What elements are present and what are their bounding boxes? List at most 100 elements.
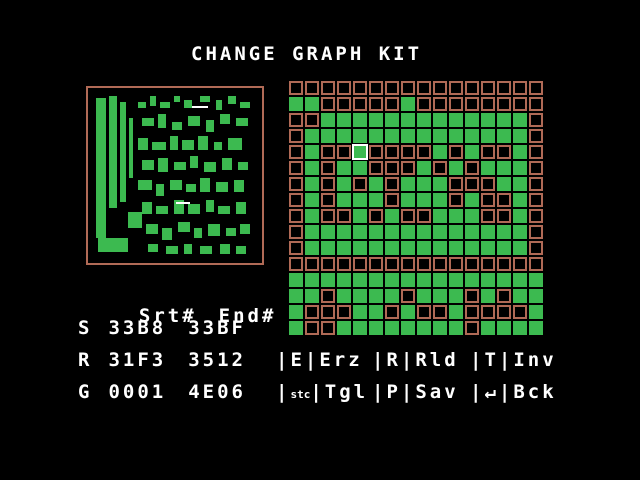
grid-cell[interactable] — [289, 273, 303, 287]
grid-cell[interactable] — [513, 241, 527, 255]
grid-cell[interactable] — [385, 241, 399, 255]
grid-cell[interactable] — [417, 321, 431, 335]
grid-cell[interactable] — [401, 161, 415, 175]
grid-cell[interactable] — [465, 193, 479, 207]
grid-cell[interactable] — [417, 289, 431, 303]
grid-cell[interactable] — [481, 177, 495, 191]
grid-cell[interactable] — [481, 305, 495, 319]
grid-cell[interactable] — [465, 177, 479, 191]
grid-cell[interactable] — [353, 209, 367, 223]
grid-cell[interactable] — [305, 305, 319, 319]
grid-cell[interactable] — [305, 289, 319, 303]
grid-cell[interactable] — [353, 177, 367, 191]
grid-cell[interactable] — [449, 305, 463, 319]
grid-cell[interactable] — [529, 273, 543, 287]
grid-cell[interactable] — [353, 305, 367, 319]
grid-cell[interactable] — [433, 257, 447, 271]
grid-cell[interactable] — [321, 145, 335, 159]
grid-cell[interactable] — [337, 129, 351, 143]
grid-cell[interactable] — [449, 273, 463, 287]
grid-cell[interactable] — [465, 145, 479, 159]
grid-cell[interactable] — [417, 161, 431, 175]
grid-cell[interactable] — [385, 145, 399, 159]
grid-cell[interactable] — [385, 257, 399, 271]
grid-cell[interactable] — [481, 241, 495, 255]
grid-cell[interactable] — [465, 97, 479, 111]
grid-cell[interactable] — [289, 145, 303, 159]
grid-cell[interactable] — [481, 113, 495, 127]
grid-cell[interactable] — [481, 145, 495, 159]
grid-cell[interactable] — [321, 129, 335, 143]
grid-cell[interactable] — [353, 97, 367, 111]
start-address[interactable]: 33B8 — [108, 317, 166, 339]
grid-cell[interactable] — [513, 305, 527, 319]
grid-cell[interactable] — [529, 177, 543, 191]
grid-cell[interactable] — [321, 321, 335, 335]
grid-cell[interactable] — [417, 113, 431, 127]
grid-cell[interactable] — [401, 97, 415, 111]
grid-cell[interactable] — [449, 241, 463, 255]
grid-cell[interactable] — [337, 321, 351, 335]
grid-cell[interactable] — [449, 257, 463, 271]
grid-cell[interactable] — [321, 209, 335, 223]
grid-cell[interactable] — [305, 321, 319, 335]
grid-cell[interactable] — [513, 289, 527, 303]
grid-cell[interactable] — [417, 129, 431, 143]
grid-cell[interactable] — [529, 161, 543, 175]
grid-cell[interactable] — [465, 161, 479, 175]
grid-cell[interactable] — [321, 289, 335, 303]
grid-cell[interactable] — [289, 129, 303, 143]
end-address[interactable]: 33BF — [188, 317, 246, 339]
grid-cell[interactable] — [529, 209, 543, 223]
grid-cell[interactable] — [417, 225, 431, 239]
grid-cell[interactable] — [385, 321, 399, 335]
command-inv[interactable]: |T|Inv — [470, 350, 557, 370]
grid-cell[interactable] — [369, 161, 383, 175]
grid-cell[interactable] — [369, 129, 383, 143]
grid-cell[interactable] — [337, 97, 351, 111]
grid-cell[interactable] — [369, 113, 383, 127]
grid-cell[interactable] — [401, 145, 415, 159]
grid-cell[interactable] — [433, 273, 447, 287]
grid-cell[interactable] — [449, 225, 463, 239]
grid-cell[interactable] — [337, 193, 351, 207]
grid-cell[interactable] — [289, 161, 303, 175]
grid-cell[interactable] — [385, 97, 399, 111]
grid-cell[interactable] — [401, 225, 415, 239]
grid-cell[interactable] — [481, 225, 495, 239]
grid-cell[interactable] — [481, 209, 495, 223]
grid-cell[interactable] — [305, 97, 319, 111]
grid-cell[interactable] — [289, 81, 303, 95]
grid-cell[interactable] — [305, 81, 319, 95]
grid-cell[interactable] — [385, 193, 399, 207]
grid-cell[interactable] — [353, 193, 367, 207]
grid-cell[interactable] — [321, 241, 335, 255]
grid-cell[interactable] — [337, 145, 351, 159]
grid-cell[interactable] — [449, 81, 463, 95]
grid-cell[interactable] — [433, 177, 447, 191]
grid-cell[interactable] — [369, 225, 383, 239]
grid-cell[interactable] — [465, 273, 479, 287]
end-address[interactable]: 3512 — [188, 349, 246, 371]
grid-cell[interactable] — [433, 81, 447, 95]
command-rld[interactable]: |R|Rld — [372, 350, 459, 370]
grid-cell[interactable] — [417, 145, 431, 159]
grid-cell[interactable] — [433, 161, 447, 175]
start-address[interactable]: 0001 — [108, 381, 166, 403]
grid-cell[interactable] — [529, 321, 543, 335]
end-address[interactable]: 4E06 — [188, 381, 246, 403]
grid-cell[interactable] — [401, 257, 415, 271]
grid-cell[interactable] — [497, 145, 511, 159]
grid-cell[interactable] — [385, 81, 399, 95]
grid-cell[interactable] — [513, 209, 527, 223]
grid-cell[interactable] — [401, 129, 415, 143]
grid-cell[interactable] — [529, 257, 543, 271]
grid-cell[interactable] — [289, 177, 303, 191]
grid-cell[interactable] — [401, 193, 415, 207]
grid-cell[interactable] — [417, 273, 431, 287]
grid-cell[interactable] — [449, 97, 463, 111]
grid-cell[interactable] — [401, 305, 415, 319]
grid-cell[interactable] — [369, 177, 383, 191]
grid-cell[interactable] — [385, 129, 399, 143]
grid-cell[interactable] — [337, 273, 351, 287]
